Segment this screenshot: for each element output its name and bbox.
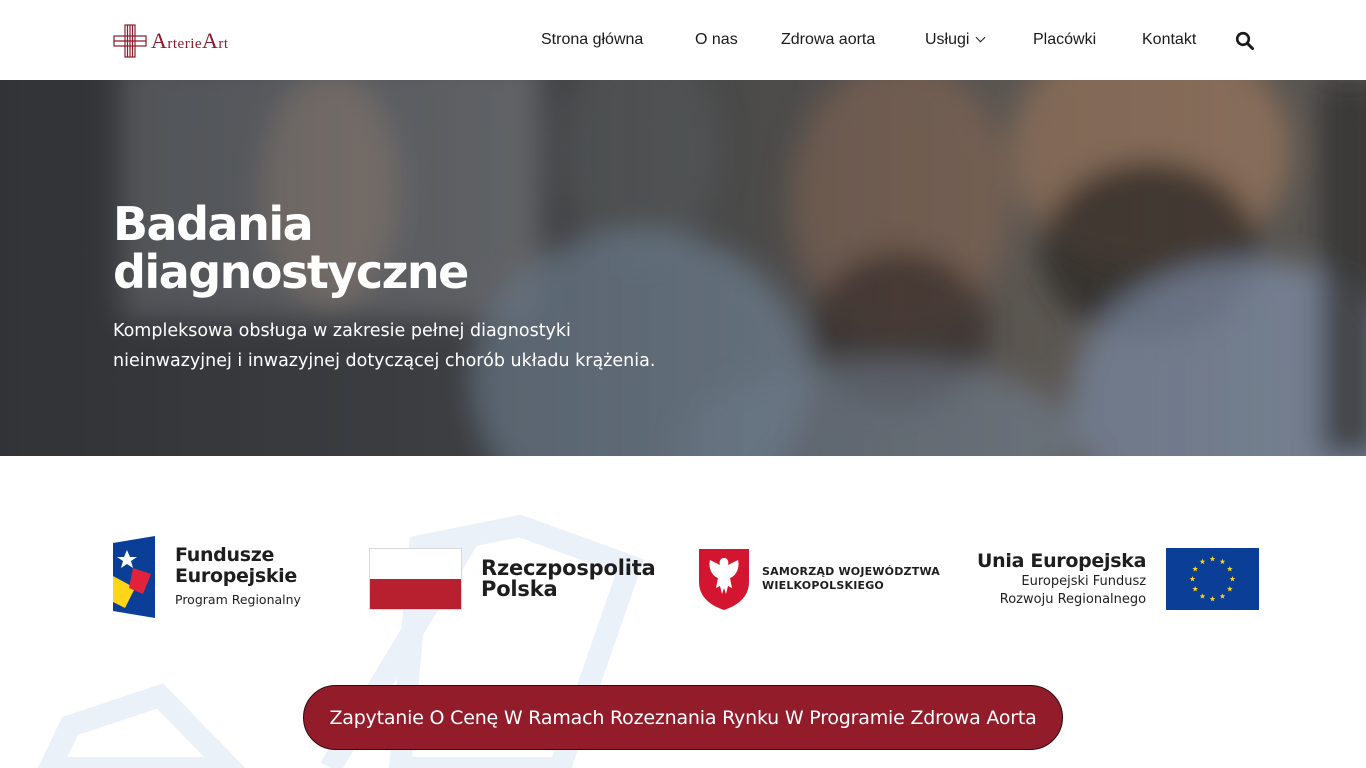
fundusze-line2: Europejskie [175,564,297,587]
logo-text: ArterieArt [151,28,229,53]
samorzad-line2: WIELKOPOLSKIEGO [762,579,884,592]
unia-line1: Unia Europejska [977,550,1147,572]
site-logo[interactable]: ArterieArt [113,23,263,59]
site-header: ArterieArt Strona główna O nas Zdrowa ao… [0,0,1366,80]
unia-line2: Europejski Fundusz [1021,574,1147,589]
logo-cross-icon [113,24,147,58]
rzeczpospolita-line1: Rzeczpospolita [481,556,656,580]
nav-item-placowki[interactable]: Placówki [1033,30,1096,50]
samorzad-wojewodztwa-logo: SAMORZĄD WOJEWÓDZTWA WIELKOPOLSKIEGO [698,548,940,610]
fundusze-europejskie-icon [113,536,155,618]
polish-flag-icon [369,548,462,610]
nav-item-uslugi[interactable]: Usługi [925,30,986,50]
unia-line3: Rozwoju Regionalnego [999,592,1147,607]
hero-subtitle-line2: nieinwazyjnej i inwazyjnej dotyczącej ch… [113,351,656,371]
samorzad-line1: SAMORZĄD WOJEWÓDZTWA [762,565,940,578]
hero-subtitle-line1: Kompleksowa obsługa w zakresie pełnej di… [113,321,571,341]
hero-title-line1: Badania [113,197,314,251]
fundusze-line1: Fundusze [175,543,275,566]
fundusze-line3: Program Regionalny [175,591,301,607]
unia-text: Unia Europejska Europejski Fundusz Rozwo… [977,549,1146,609]
search-icon[interactable] [1235,31,1255,51]
rzeczpospolita-polska-logo: Rzeczpospolita Polska [369,548,656,610]
fundusze-europejskie-logo: Fundusze Europejskie Program Regionalny [113,536,301,618]
funding-logos: Fundusze Europejskie Program Regionalny … [0,520,1366,630]
hero-banner: Badania diagnostyczne Kompleksowa obsług… [0,80,1366,456]
hero-title: Badania diagnostyczne [113,200,713,296]
unia-europejska-logo: Unia Europejska Europejski Fundusz Rozwo… [977,548,1260,610]
nav-item-strona-glowna[interactable]: Strona główna [541,30,643,50]
nav-item-zdrowa-aorta[interactable]: Zdrowa aorta [781,30,875,50]
rzeczpospolita-text: Rzeczpospolita Polska [481,558,656,600]
eu-flag-icon [1166,548,1260,610]
fundusze-text: Fundusze Europejskie Program Regionalny [175,543,301,610]
hero-subtitle: Kompleksowa obsługa w zakresie pełnej di… [113,316,713,376]
wielkopolska-coat-of-arms-icon [699,549,749,610]
nav-item-uslugi-label: Usługi [925,31,970,48]
rzeczpospolita-line2: Polska [481,577,558,601]
chevron-down-icon [976,32,986,43]
price-inquiry-button[interactable]: Zapytanie O Cenę W Ramach Rozeznania Ryn… [303,685,1063,750]
nav-item-kontakt[interactable]: Kontakt [1142,30,1196,50]
nav-item-o-nas[interactable]: O nas [695,30,738,50]
hero-title-line2: diagnostyczne [113,245,469,299]
samorzad-text: SAMORZĄD WOJEWÓDZTWA WIELKOPOLSKIEGO [762,565,940,593]
